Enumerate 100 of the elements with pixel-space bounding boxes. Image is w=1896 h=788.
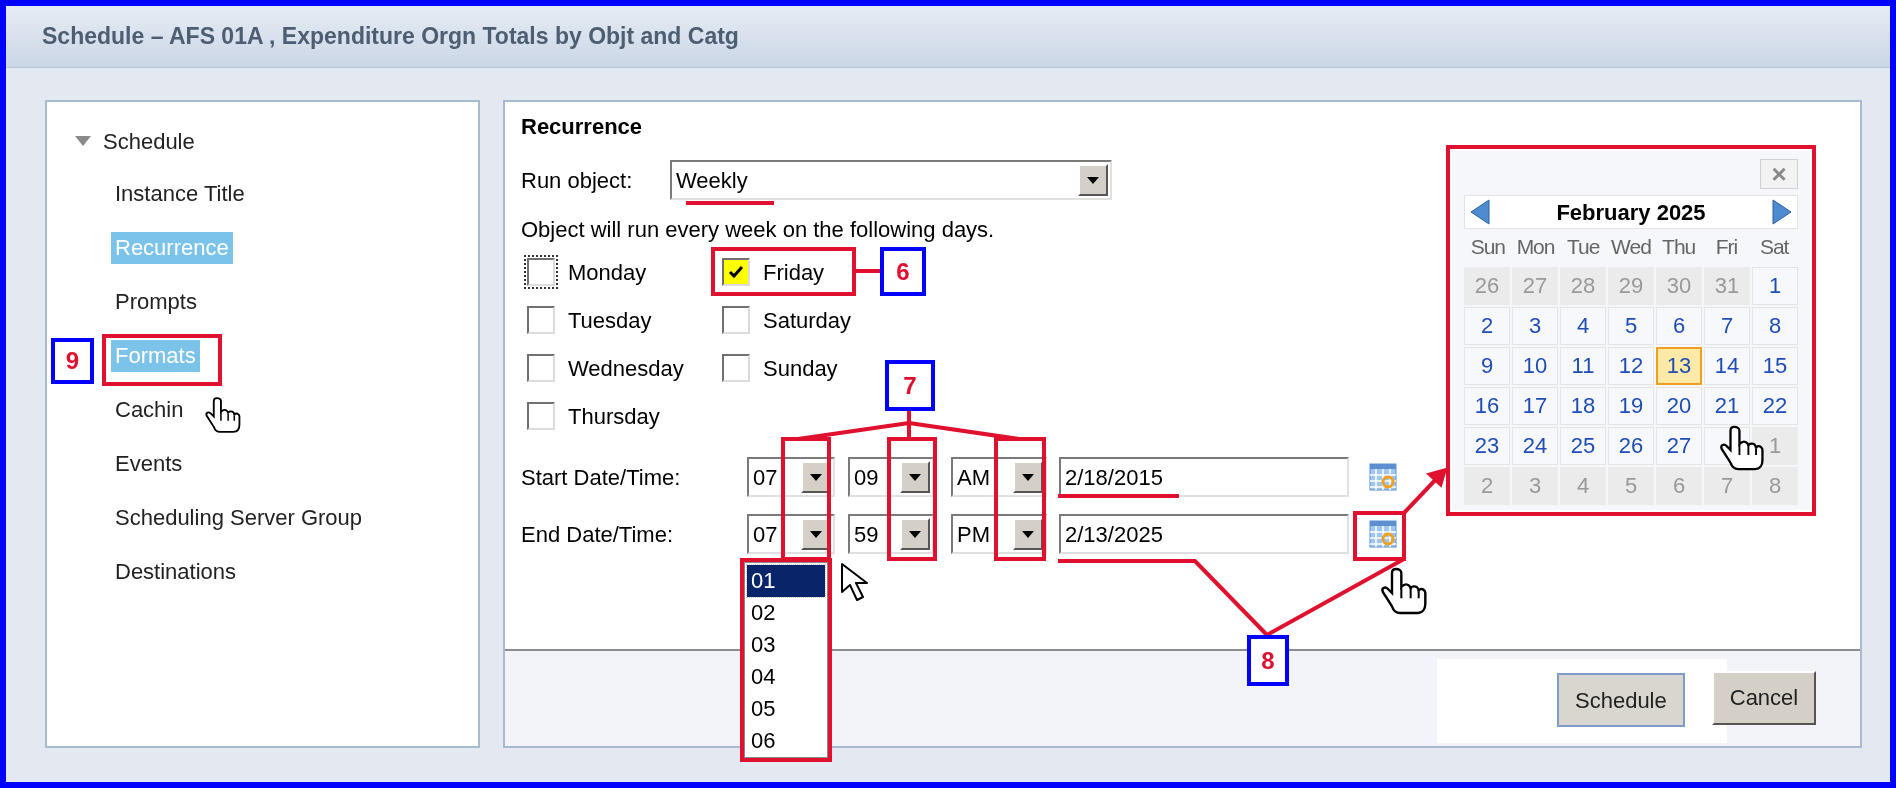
- dropdown-arrow-button[interactable]: [900, 518, 930, 550]
- tree-item[interactable]: Destinations: [111, 556, 241, 588]
- calendar-day[interactable]: 2: [1464, 306, 1510, 345]
- ampm-select[interactable]: PM: [951, 514, 1047, 554]
- dialog-button[interactable]: Schedule: [1557, 673, 1685, 727]
- checkbox[interactable]: [527, 306, 555, 334]
- calendar-day[interactable]: 16: [1464, 386, 1510, 425]
- tree-item[interactable]: Prompts: [111, 286, 201, 318]
- calendar-day[interactable]: 4: [1560, 306, 1606, 345]
- checkbox[interactable]: [722, 258, 750, 286]
- field-label: Start Date/Time:: [521, 463, 682, 492]
- tree-item[interactable]: Events: [111, 448, 187, 480]
- run-object-select[interactable]: Weekly: [670, 160, 1112, 200]
- checkbox-label: Thursday: [568, 402, 660, 431]
- hand-cursor-icon: [203, 396, 243, 434]
- next-month-arrow-icon[interactable]: [1771, 198, 1793, 226]
- checkbox-label: Sunday: [763, 354, 838, 383]
- weekday-label: Wed: [1610, 234, 1652, 260]
- calendar-day[interactable]: 1: [1752, 266, 1798, 305]
- calendar-day[interactable]: 6: [1656, 306, 1702, 345]
- calendar-day[interactable]: 10: [1512, 346, 1558, 385]
- window-title: Schedule – AFS 01A , Expenditure Orgn Totals by Objt and Catg: [42, 22, 739, 52]
- checkbox-label: Friday: [763, 258, 825, 287]
- calendar-day[interactable]: 13: [1656, 346, 1702, 385]
- description-text: Object will run every week on the following days.: [521, 216, 996, 244]
- calendar-day[interactable]: 26: [1608, 426, 1654, 465]
- calendar-day[interactable]: 24: [1512, 426, 1558, 465]
- ampm-select[interactable]: AM: [951, 457, 1047, 497]
- calendar-icon[interactable]: [1369, 463, 1397, 491]
- previous-month-arrow-icon[interactable]: [1469, 198, 1491, 226]
- checkbox-label: Wednesday: [568, 354, 684, 383]
- weekday-label: Sun: [1469, 234, 1507, 260]
- calendar-day[interactable]: 23: [1464, 426, 1510, 465]
- calendar-day[interactable]: 20: [1656, 386, 1702, 425]
- hour-select[interactable]: 07: [747, 457, 835, 497]
- hour-select[interactable]: 07: [747, 514, 835, 554]
- caret-icon: [909, 530, 921, 538]
- calendar-day[interactable]: 22: [1752, 386, 1798, 425]
- minute-select[interactable]: 59: [848, 514, 934, 554]
- date-field[interactable]: 2/13/2025: [1059, 514, 1349, 554]
- calendar-day[interactable]: 18: [1560, 386, 1606, 425]
- tree-item[interactable]: Cachin: [111, 394, 188, 426]
- tree-item[interactable]: Schedule: [103, 124, 195, 158]
- weekday-label: Fri: [1714, 234, 1739, 260]
- calendar-icon[interactable]: [1369, 520, 1397, 548]
- calendar-day[interactable]: 5: [1608, 306, 1654, 345]
- caret-icon: [1022, 530, 1034, 538]
- calendar-day[interactable]: 9: [1464, 346, 1510, 385]
- tree-item[interactable]: Scheduling Server Group: [111, 502, 367, 534]
- calendar-day[interactable]: 27: [1656, 426, 1702, 465]
- checkmark-icon: [728, 265, 744, 279]
- calendar-day[interactable]: 21: [1704, 386, 1750, 425]
- checkbox[interactable]: [527, 354, 555, 382]
- weekday-label: Sat: [1758, 234, 1790, 260]
- dropdown-arrow-button[interactable]: [1078, 164, 1108, 196]
- field-label: End Date/Time:: [521, 520, 675, 549]
- caret-icon: [909, 473, 921, 481]
- section-heading: Recurrence: [521, 114, 644, 140]
- dropdown-arrow-button[interactable]: [1013, 518, 1043, 550]
- dropdown-arrow-button[interactable]: [1013, 461, 1043, 493]
- dropdown-option[interactable]: 03: [747, 629, 825, 661]
- calendar-day[interactable]: 17: [1512, 386, 1558, 425]
- dropdown-option[interactable]: 04: [747, 661, 825, 693]
- calendar-day[interactable]: 12: [1608, 346, 1654, 385]
- arrow-cursor-icon: [841, 563, 868, 601]
- dropdown-option[interactable]: 06: [747, 725, 825, 757]
- checkbox-label: Tuesday: [568, 306, 652, 335]
- calendar-day[interactable]: 25: [1560, 426, 1606, 465]
- dropdown-option[interactable]: 01: [747, 565, 825, 597]
- callout-number: 6: [880, 247, 926, 296]
- expand-triangle-icon[interactable]: [73, 134, 93, 148]
- minute-select[interactable]: 09: [848, 457, 934, 497]
- calendar-day[interactable]: 8: [1752, 306, 1798, 345]
- weekday-label: Tue: [1566, 234, 1601, 260]
- callout-number: 8: [1247, 635, 1289, 686]
- date-field[interactable]: 2/18/2015: [1059, 457, 1349, 497]
- caret-icon: [810, 530, 822, 538]
- calendar-day[interactable]: 19: [1608, 386, 1654, 425]
- highlight-frame: [1353, 511, 1406, 561]
- dropdown-option[interactable]: 02: [747, 597, 825, 629]
- caret-icon: [810, 473, 822, 481]
- checkbox[interactable]: [527, 402, 555, 430]
- calendar-day[interactable]: 15: [1752, 346, 1798, 385]
- checkbox[interactable]: [722, 306, 750, 334]
- tree-item[interactable]: Instance Title: [111, 178, 249, 210]
- field-label: Run object:: [521, 166, 634, 195]
- checkbox[interactable]: [722, 354, 750, 382]
- dropdown-arrow-button[interactable]: [900, 461, 930, 493]
- dialog-button[interactable]: Cancel: [1711, 670, 1817, 725]
- leader-line: [854, 269, 880, 273]
- calendar-day[interactable]: 11: [1560, 346, 1606, 385]
- pointer-arrow: [1402, 467, 1448, 515]
- checkbox-label: Monday: [568, 258, 647, 287]
- dropdown-option[interactable]: 05: [747, 693, 825, 725]
- checkbox-label: Saturday: [763, 306, 852, 335]
- callout-number: 9: [51, 338, 94, 384]
- calendar-day[interactable]: 3: [1512, 306, 1558, 345]
- calendar-day[interactable]: 14: [1704, 346, 1750, 385]
- weekday-label: Thu: [1661, 234, 1697, 260]
- calendar-day[interactable]: 7: [1704, 306, 1750, 345]
